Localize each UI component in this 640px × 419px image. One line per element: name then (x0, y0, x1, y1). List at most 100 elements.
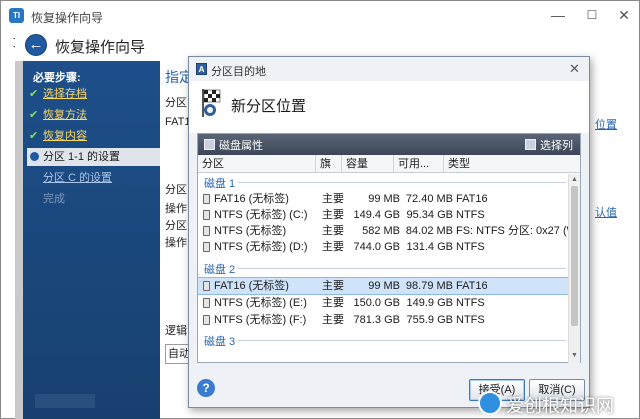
partition-row[interactable]: NTFS (无标签) (E:) 主要 150.0 GB 149.9 GB NTF… (198, 295, 568, 311)
column-partition[interactable]: 分区 (198, 155, 316, 173)
partition-row-selected[interactable]: FAT16 (无标签) 主要 99 MB 98.79 MB FAT16 (198, 277, 568, 295)
column-capacity[interactable]: 容量 (342, 155, 394, 173)
check-icon: ✔ (29, 130, 39, 142)
partition-row[interactable]: FAT16 (无标签) 主要 99 MB 72.40 MB FAT16 (198, 191, 568, 207)
dialog-header: 新分区位置 (189, 81, 589, 133)
partition-type: NTFS (456, 241, 485, 253)
partition-destination-dialog: A 分区目的地 ✕ 新分区位置 磁盘属性 选择列 分区 旗 容量 可用... 类… (188, 56, 590, 408)
column-free[interactable]: 可用... (394, 155, 444, 173)
drive-icon (203, 315, 210, 325)
content-label: 分区 (165, 97, 187, 109)
disk-group-header: 磁盘 3 (198, 332, 568, 348)
partition-type: FAT16 (456, 193, 488, 205)
content-label: 操作 (165, 203, 187, 215)
partition-name: NTFS (无标签) (D:) (214, 241, 308, 253)
partition-name: NTFS (无标签) (214, 225, 287, 237)
partition-free: 98.79 MB (405, 280, 453, 292)
scroll-up-icon[interactable]: ▲ (571, 176, 578, 183)
partition-type: NTFS (456, 297, 485, 309)
partition-name: NTFS (无标签) (C:) (214, 209, 308, 221)
disk-group-header: 磁盘 1 (198, 174, 568, 190)
location-link[interactable]: 位置 (595, 116, 617, 132)
back-button[interactable]: ← (25, 34, 47, 56)
watermark-logo-icon (478, 391, 502, 415)
drive-icon (203, 281, 210, 291)
close-button[interactable]: ✕ (607, 5, 640, 25)
step-label: 完成 (43, 193, 65, 205)
disk-label: 磁盘 1 (204, 178, 236, 190)
content-label: 分区 (165, 220, 187, 232)
drive-icon (203, 226, 210, 236)
partition-type: NTFS (456, 209, 485, 221)
select-columns-button[interactable]: 选择列 (525, 137, 573, 153)
help-icon[interactable]: ? (197, 379, 215, 397)
step-finish: 完成 (27, 190, 160, 208)
minimize-button[interactable]: — (541, 5, 575, 25)
dialog-app-icon: A (196, 63, 207, 75)
partition-type: NTFS (456, 314, 485, 326)
maximize-button[interactable]: ☐ (575, 5, 609, 25)
partition-list-panel: 磁盘属性 选择列 分区 旗 容量 可用... 类型 磁盘 1 FAT16 (无标… (197, 133, 581, 363)
partition-row[interactable]: NTFS (无标签) (C:) 主要 149.4 GB 95.34 GB NTF… (198, 207, 568, 223)
partition-capacity: 781.3 GB (353, 314, 400, 326)
select-columns-label: 选择列 (540, 140, 573, 152)
dialog-close-button[interactable]: ✕ (569, 61, 580, 77)
partition-row[interactable]: NTFS (无标签) (D:) 主要 744.0 GB 131.4 GB NTF… (198, 239, 568, 255)
partition-row[interactable]: NTFS (无标签) 主要 582 MB 84.02 MB FS: NTFS 分… (198, 223, 568, 239)
sidebar-faded-item (35, 394, 95, 408)
sidebar-strip (15, 61, 23, 419)
partition-free: 72.40 MB (405, 193, 453, 205)
check-icon: ✔ (29, 109, 39, 121)
step-select-archive[interactable]: ✔ 选择存档 (27, 85, 160, 103)
group-divider (238, 340, 566, 341)
dialog-heading: 新分区位置 (231, 98, 307, 115)
drive-icon (203, 210, 210, 220)
group-divider (238, 182, 566, 183)
partition-name: FAT16 (无标签) (214, 193, 289, 205)
disk-group-header: 磁盘 2 (198, 260, 568, 276)
check-icon: ✔ (29, 88, 39, 100)
scroll-thumb[interactable] (571, 186, 578, 326)
content-label: FAT1 (165, 116, 191, 128)
step-label: 恢复方法 (43, 109, 87, 121)
column-type[interactable]: 类型 (444, 155, 580, 173)
drive-icon (203, 194, 210, 204)
title-bar: TI 恢复操作向导 — ☐ ✕ (1, 1, 639, 30)
partition-row[interactable]: NTFS (无标签) (F:) 主要 781.3 GB 755.9 GB NTF… (198, 312, 568, 328)
sidebar-heading: 必要步骤: (33, 72, 81, 84)
step-partition-c-settings[interactable]: 分区 C 的设置 (27, 169, 160, 187)
disk-properties-button[interactable]: 磁盘属性 (204, 137, 263, 153)
partition-name: FAT16 (无标签) (214, 280, 289, 292)
partition-capacity: 99 MB (368, 280, 400, 292)
step-partition-settings-current[interactable]: 分区 1-1 的设置 (27, 148, 160, 166)
content-label: 分区 (165, 184, 187, 196)
partition-name: NTFS (无标签) (F:) (214, 314, 307, 326)
drive-icon (203, 298, 210, 308)
dialog-title: 分区目的地 (211, 66, 266, 78)
partition-free: 131.4 GB (406, 241, 453, 253)
disk-label: 磁盘 2 (204, 264, 236, 276)
partition-free: 755.9 GB (406, 314, 453, 326)
watermark: 爱创根知识网 (506, 396, 614, 416)
partition-free: 84.02 MB (405, 225, 453, 237)
step-label: 分区 C 的设置 (43, 172, 113, 184)
partition-type: FAT16 (456, 280, 488, 292)
group-divider (238, 268, 566, 269)
partition-free: 149.9 GB (406, 297, 453, 309)
step-restore-content[interactable]: ✔ 恢复内容 (27, 127, 160, 145)
default-link[interactable]: 认值 (595, 204, 617, 220)
select-columns-icon (525, 139, 536, 150)
column-flag[interactable]: 旗 (316, 155, 342, 173)
vertical-scrollbar[interactable]: ▲ ▼ (568, 174, 580, 363)
partition-capacity: 744.0 GB (353, 241, 400, 253)
partition-free: 95.34 GB (406, 209, 453, 221)
partition-list: 磁盘 1 FAT16 (无标签) 主要 99 MB 72.40 MB FAT16… (198, 174, 568, 363)
partition-type: FS: NTFS 分区: 0x27 (Windo (456, 225, 568, 237)
current-step-icon (30, 152, 39, 161)
partition-capacity: 150.0 GB (353, 297, 400, 309)
step-label: 分区 1-1 的设置 (43, 151, 121, 163)
step-restore-method[interactable]: ✔ 恢复方法 (27, 106, 160, 124)
disk-properties-icon (204, 139, 215, 150)
step-label: 选择存档 (43, 88, 87, 100)
scroll-down-icon[interactable]: ▼ (571, 352, 578, 359)
